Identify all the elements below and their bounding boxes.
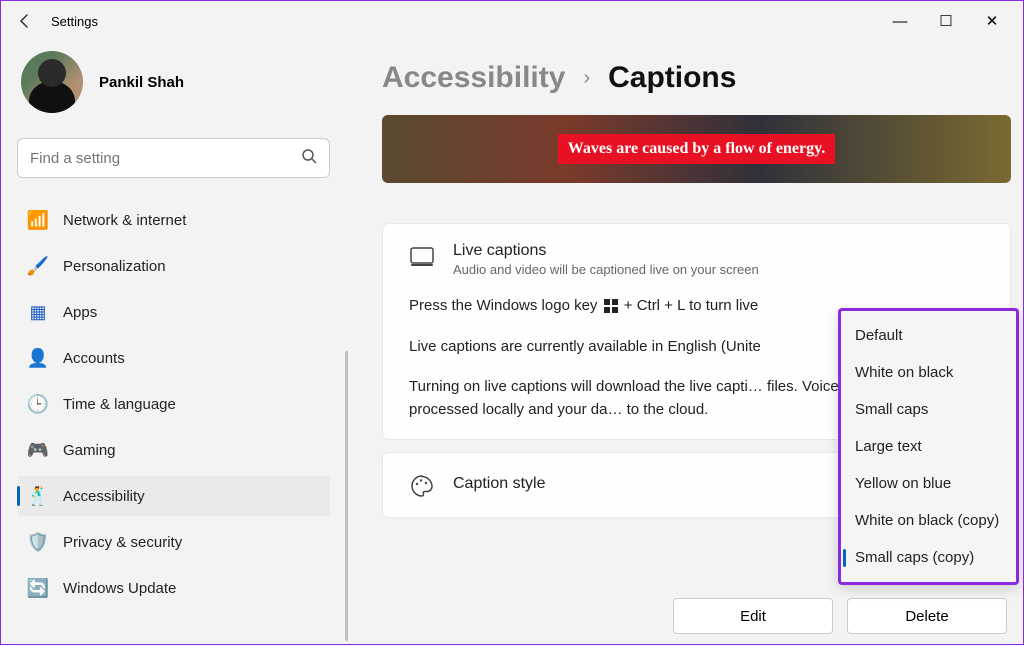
live-captions-desc: Audio and video will be captioned live o… (453, 262, 773, 277)
caption-style-buttons: Edit Delete (673, 598, 1007, 634)
nav-icon: 👤 (27, 347, 49, 369)
dropdown-item[interactable]: White on black (copy) (841, 502, 1016, 539)
sidebar-item-accessibility[interactable]: 🕺 Accessibility (17, 476, 330, 516)
nav-label: Windows Update (63, 580, 176, 597)
sidebar-item-apps[interactable]: ▦ Apps (17, 292, 330, 332)
sidebar: Pankil Shah 📶 Network & internet 🖌️ Persona… (1, 41, 346, 646)
edit-button[interactable]: Edit (673, 598, 833, 634)
sidebar-item-time-language[interactable]: 🕒 Time & language (17, 384, 330, 424)
avatar (21, 51, 83, 113)
nav-icon: 📶 (27, 209, 49, 231)
back-button[interactable] (9, 5, 41, 37)
content-area: Accessibility › Captions Waves are cause… (346, 41, 1023, 646)
breadcrumb: Accessibility › Captions (382, 61, 1011, 95)
titlebar: Settings — ☐ ✕ (1, 1, 1023, 41)
sidebar-item-accounts[interactable]: 👤 Accounts (17, 338, 330, 378)
dropdown-item[interactable]: Yellow on blue (841, 465, 1016, 502)
nav-label: Apps (63, 304, 97, 321)
search-input[interactable] (30, 150, 301, 167)
sidebar-item-windows-update[interactable]: 🔄 Windows Update (17, 568, 330, 608)
dropdown-item[interactable]: White on black (841, 354, 1016, 391)
cc-icon (409, 244, 435, 270)
windows-key-icon (604, 299, 618, 313)
search-box[interactable] (17, 138, 330, 178)
window-controls: — ☐ ✕ (877, 5, 1015, 37)
nav-icon: 🎮 (27, 439, 49, 461)
dropdown-item[interactable]: Large text (841, 428, 1016, 465)
live-captions-title: Live captions (453, 242, 984, 260)
app-title: Settings (51, 14, 98, 29)
minimize-button[interactable]: — (877, 5, 923, 37)
dropdown-item[interactable]: Small caps (copy) (841, 539, 1016, 576)
search-icon (301, 148, 317, 169)
profile-section[interactable]: Pankil Shah (17, 51, 330, 113)
nav-icon: 🕒 (27, 393, 49, 415)
nav-label: Accounts (63, 350, 125, 367)
nav-icon: 🖌️ (27, 255, 49, 277)
sidebar-item-privacy-security[interactable]: 🛡️ Privacy & security (17, 522, 330, 562)
nav-icon: 🛡️ (27, 531, 49, 553)
nav-label: Accessibility (63, 488, 145, 505)
nav-label: Personalization (63, 258, 166, 275)
breadcrumb-parent[interactable]: Accessibility (382, 61, 565, 95)
caption-preview-text: Waves are caused by a flow of energy. (558, 134, 835, 164)
nav-list: 📶 Network & internet 🖌️ Personalization ▦ App… (17, 200, 330, 614)
nav-label: Network & internet (63, 212, 186, 229)
nav-icon: 🔄 (27, 577, 49, 599)
maximize-button[interactable]: ☐ (923, 5, 969, 37)
dropdown-item[interactable]: Default (841, 317, 1016, 354)
nav-label: Gaming (63, 442, 116, 459)
nav-icon: 🕺 (27, 485, 49, 507)
username: Pankil Shah (99, 74, 184, 91)
close-button[interactable]: ✕ (969, 5, 1015, 37)
caption-style-title: Caption style (453, 475, 546, 493)
dropdown-item[interactable]: Small caps (841, 391, 1016, 428)
palette-icon (409, 473, 435, 499)
delete-button[interactable]: Delete (847, 598, 1007, 634)
sidebar-item-personalization[interactable]: 🖌️ Personalization (17, 246, 330, 286)
nav-icon: ▦ (27, 301, 49, 323)
back-arrow-icon (21, 15, 27, 27)
sidebar-item-gaming[interactable]: 🎮 Gaming (17, 430, 330, 470)
sidebar-item-network-internet[interactable]: 📶 Network & internet (17, 200, 330, 240)
breadcrumb-current: Captions (608, 61, 736, 95)
nav-label: Time & language (63, 396, 176, 413)
caption-style-dropdown[interactable]: DefaultWhite on blackSmall capsLarge tex… (838, 308, 1019, 585)
nav-label: Privacy & security (63, 534, 182, 551)
chevron-right-icon: › (583, 67, 590, 90)
caption-preview: Waves are caused by a flow of energy. (382, 115, 1011, 183)
